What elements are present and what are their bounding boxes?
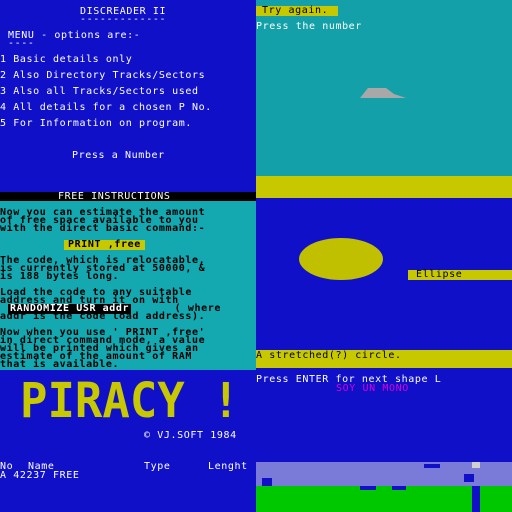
bottom-strip: No Name Type Lenght A 42237 FREE xyxy=(0,462,512,512)
yellow-border-band xyxy=(256,176,512,192)
menu-header-rule: ---- xyxy=(8,38,35,49)
scene-post xyxy=(472,486,480,512)
piracy-logo: PIRACY ! xyxy=(20,373,240,429)
partial-shape xyxy=(360,88,406,98)
try-again-screen: Try again. Press the number xyxy=(256,0,512,192)
copyright-text: © VJ.SOFT 1984 xyxy=(144,430,237,441)
scene-grass-patch-2 xyxy=(392,486,406,490)
menu-option-1[interactable]: 1 Basic details only xyxy=(0,55,132,65)
soy-un-mono-text: SOY UN MONO xyxy=(336,383,409,394)
free-instructions-screen: FREE INSTRUCTIONS Now you can estimate t… xyxy=(0,192,256,462)
scene-object-2 xyxy=(472,462,480,468)
scene-figure-1 xyxy=(262,478,272,486)
column-type: Type xyxy=(144,462,171,472)
shape-caption: A stretched(?) circle. xyxy=(256,350,402,361)
yellow-upper-band xyxy=(256,192,512,198)
print-free-command: PRINT ,free xyxy=(64,240,145,250)
scene-object-1 xyxy=(424,464,440,468)
menu-option-4[interactable]: 4 All details for a chosen P No. xyxy=(0,103,212,113)
discreader-menu-screen: DISCREADER II ------------- MENU - optio… xyxy=(0,0,256,192)
instructions-para1-line3: with the direct basic command:- xyxy=(0,223,206,234)
scene-figure-2 xyxy=(464,474,474,482)
directory-row-free: A 42237 FREE xyxy=(0,470,80,481)
instructions-para4-line5: that is available. xyxy=(0,359,120,370)
piracy-panel: PIRACY ! © VJ.SOFT 1984 xyxy=(0,370,256,462)
instructions-title: FREE INSTRUCTIONS xyxy=(58,192,171,202)
instructions-para2-line3: is 188 bytes long. xyxy=(0,271,120,282)
menu-prompt: Press a Number xyxy=(72,150,165,161)
directory-listing: No Name Type Lenght A 42237 FREE xyxy=(0,462,256,512)
ellipse-label-band: Ellipse xyxy=(408,270,512,280)
try-again-prompt: Press the number xyxy=(256,21,362,32)
column-length: Lenght xyxy=(208,462,248,472)
game-scene xyxy=(256,462,512,512)
ellipse-demo-screen: Ellipse A stretched(?) circle. Press ENT… xyxy=(256,192,512,462)
stretched-ellipse-shape xyxy=(299,238,383,280)
instructions-title-bar: FREE INSTRUCTIONS xyxy=(0,192,256,202)
caption-band: A stretched(?) circle. xyxy=(256,350,512,368)
menu-option-5[interactable]: 5 For Information on program. xyxy=(0,119,192,129)
menu-option-3[interactable]: 3 Also all Tracks/Sectors used xyxy=(0,87,199,97)
instructions-para3-line4: addr is the code load address). xyxy=(0,311,206,322)
try-again-banner: Try again. xyxy=(256,6,339,16)
scene-grass-patch-1 xyxy=(360,486,376,490)
discreader-title-rule: ------------- xyxy=(80,14,167,25)
ellipse-label: Ellipse xyxy=(416,269,463,280)
menu-option-2[interactable]: 2 Also Directory Tracks/Sectors xyxy=(0,71,205,81)
